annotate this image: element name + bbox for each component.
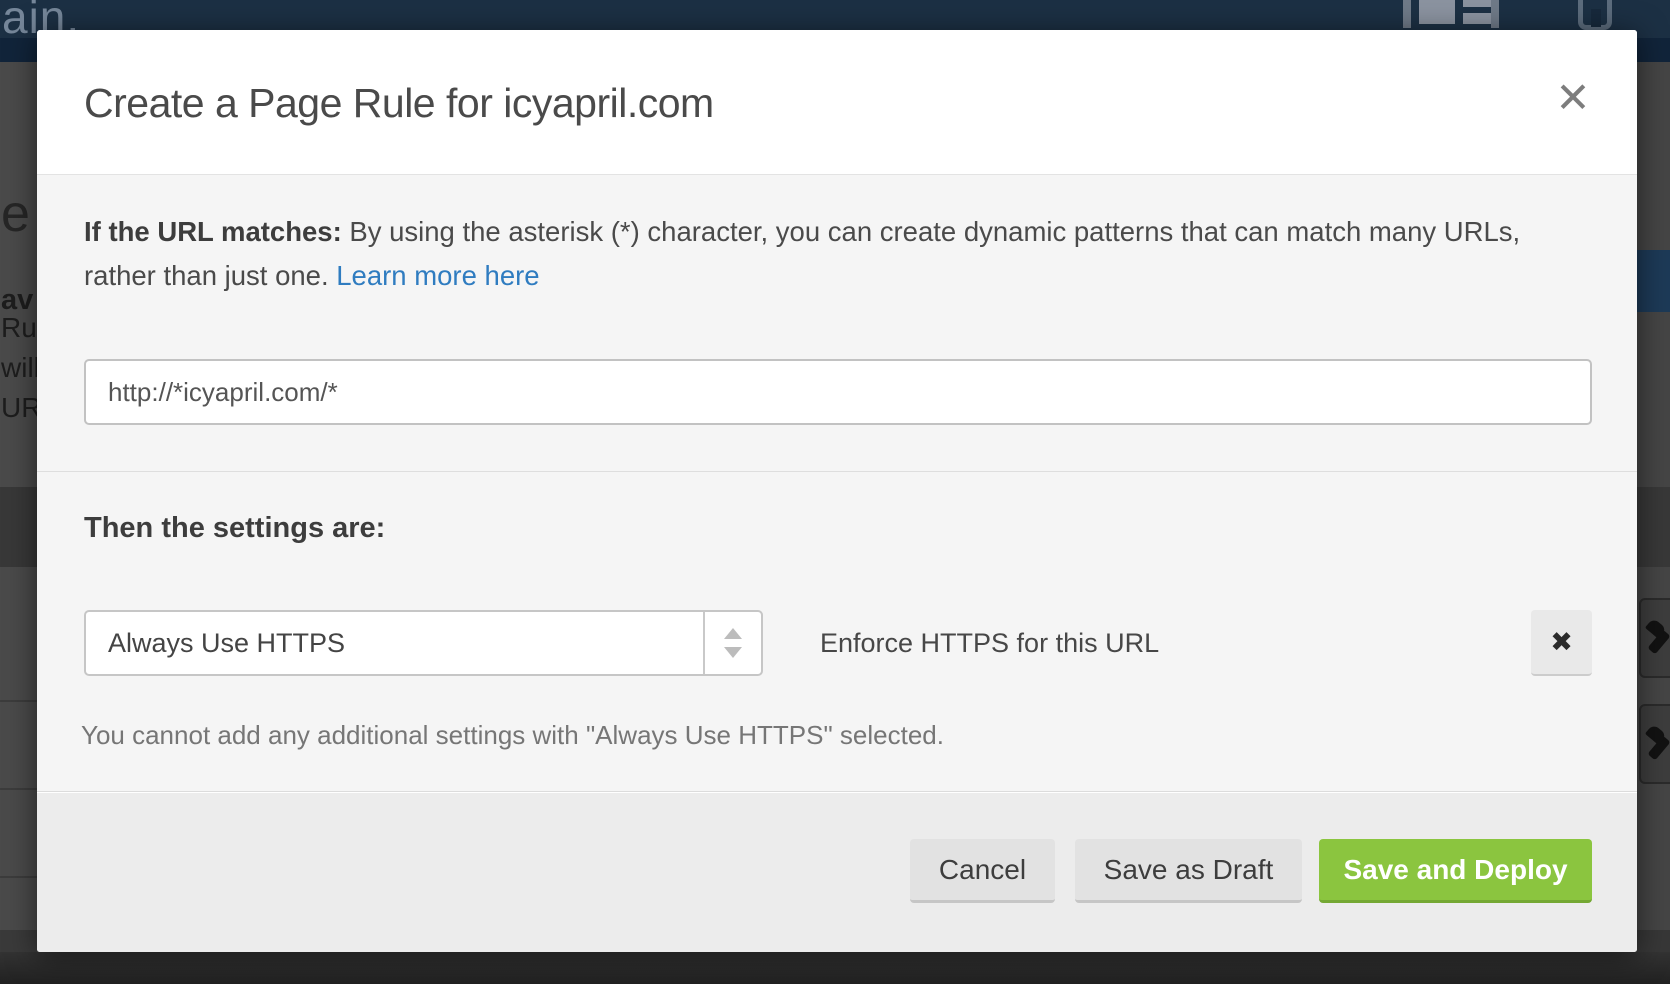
background-edit-button-fragment — [1639, 704, 1670, 784]
modal-title: Create a Page Rule for icyapril.com — [84, 80, 714, 127]
select-stepper[interactable] — [703, 612, 761, 674]
remove-icon: ✖ — [1550, 627, 1573, 657]
screen: ain. e av Ru will UR Crea — [0, 0, 1670, 984]
background-table-header-band — [0, 487, 37, 567]
columns-layout-icon — [1403, 0, 1499, 30]
wrench-icon — [1643, 728, 1670, 762]
profile-icon — [1578, 0, 1612, 30]
background-left-edge: e av Ru will UR — [0, 62, 37, 984]
background-text-fragment: Ru — [1, 312, 37, 344]
background-heading-fragment: e — [1, 184, 30, 244]
settings-note: You cannot add any additional settings w… — [81, 720, 944, 751]
chevron-up-icon — [724, 628, 742, 639]
create-page-rule-modal: Create a Page Rule for icyapril.com ✕ If… — [37, 30, 1637, 952]
background-bottom-strip — [0, 952, 1670, 984]
setting-select-value: Always Use HTTPS — [108, 612, 345, 674]
save-and-deploy-button[interactable]: Save and Deploy — [1319, 839, 1592, 903]
url-match-description: If the URL matches: By using the asteris… — [84, 210, 1562, 298]
background-text-fragment: UR — [1, 392, 37, 424]
chevron-down-icon — [724, 647, 742, 658]
close-icon[interactable]: ✕ — [1541, 66, 1605, 130]
setting-select[interactable]: Always Use HTTPS — [84, 610, 763, 676]
background-text-fragment: will — [1, 352, 37, 384]
modal-header: Create a Page Rule for icyapril.com ✕ — [37, 30, 1637, 175]
setting-description: Enforce HTTPS for this URL — [820, 610, 1159, 676]
background-right-edge — [1637, 62, 1670, 984]
background-row-divider — [0, 700, 37, 702]
settings-heading: Then the settings are: — [84, 512, 385, 545]
background-row-divider — [0, 788, 37, 790]
modal-footer: Cancel Save as Draft Save and Deploy — [37, 792, 1637, 952]
url-match-label: If the URL matches: — [84, 216, 342, 247]
section-divider — [37, 471, 1637, 472]
background-row-divider — [0, 876, 37, 878]
background-edit-button-fragment — [1639, 598, 1670, 678]
save-as-draft-button[interactable]: Save as Draft — [1075, 839, 1302, 903]
url-pattern-input[interactable] — [84, 359, 1592, 425]
remove-setting-button[interactable]: ✖ — [1531, 610, 1592, 676]
background-blue-button-fragment — [1637, 250, 1670, 312]
cancel-button[interactable]: Cancel — [910, 839, 1055, 903]
wrench-icon — [1643, 622, 1670, 656]
background-table-header-band — [1637, 487, 1670, 567]
learn-more-link[interactable]: Learn more here — [336, 260, 539, 291]
